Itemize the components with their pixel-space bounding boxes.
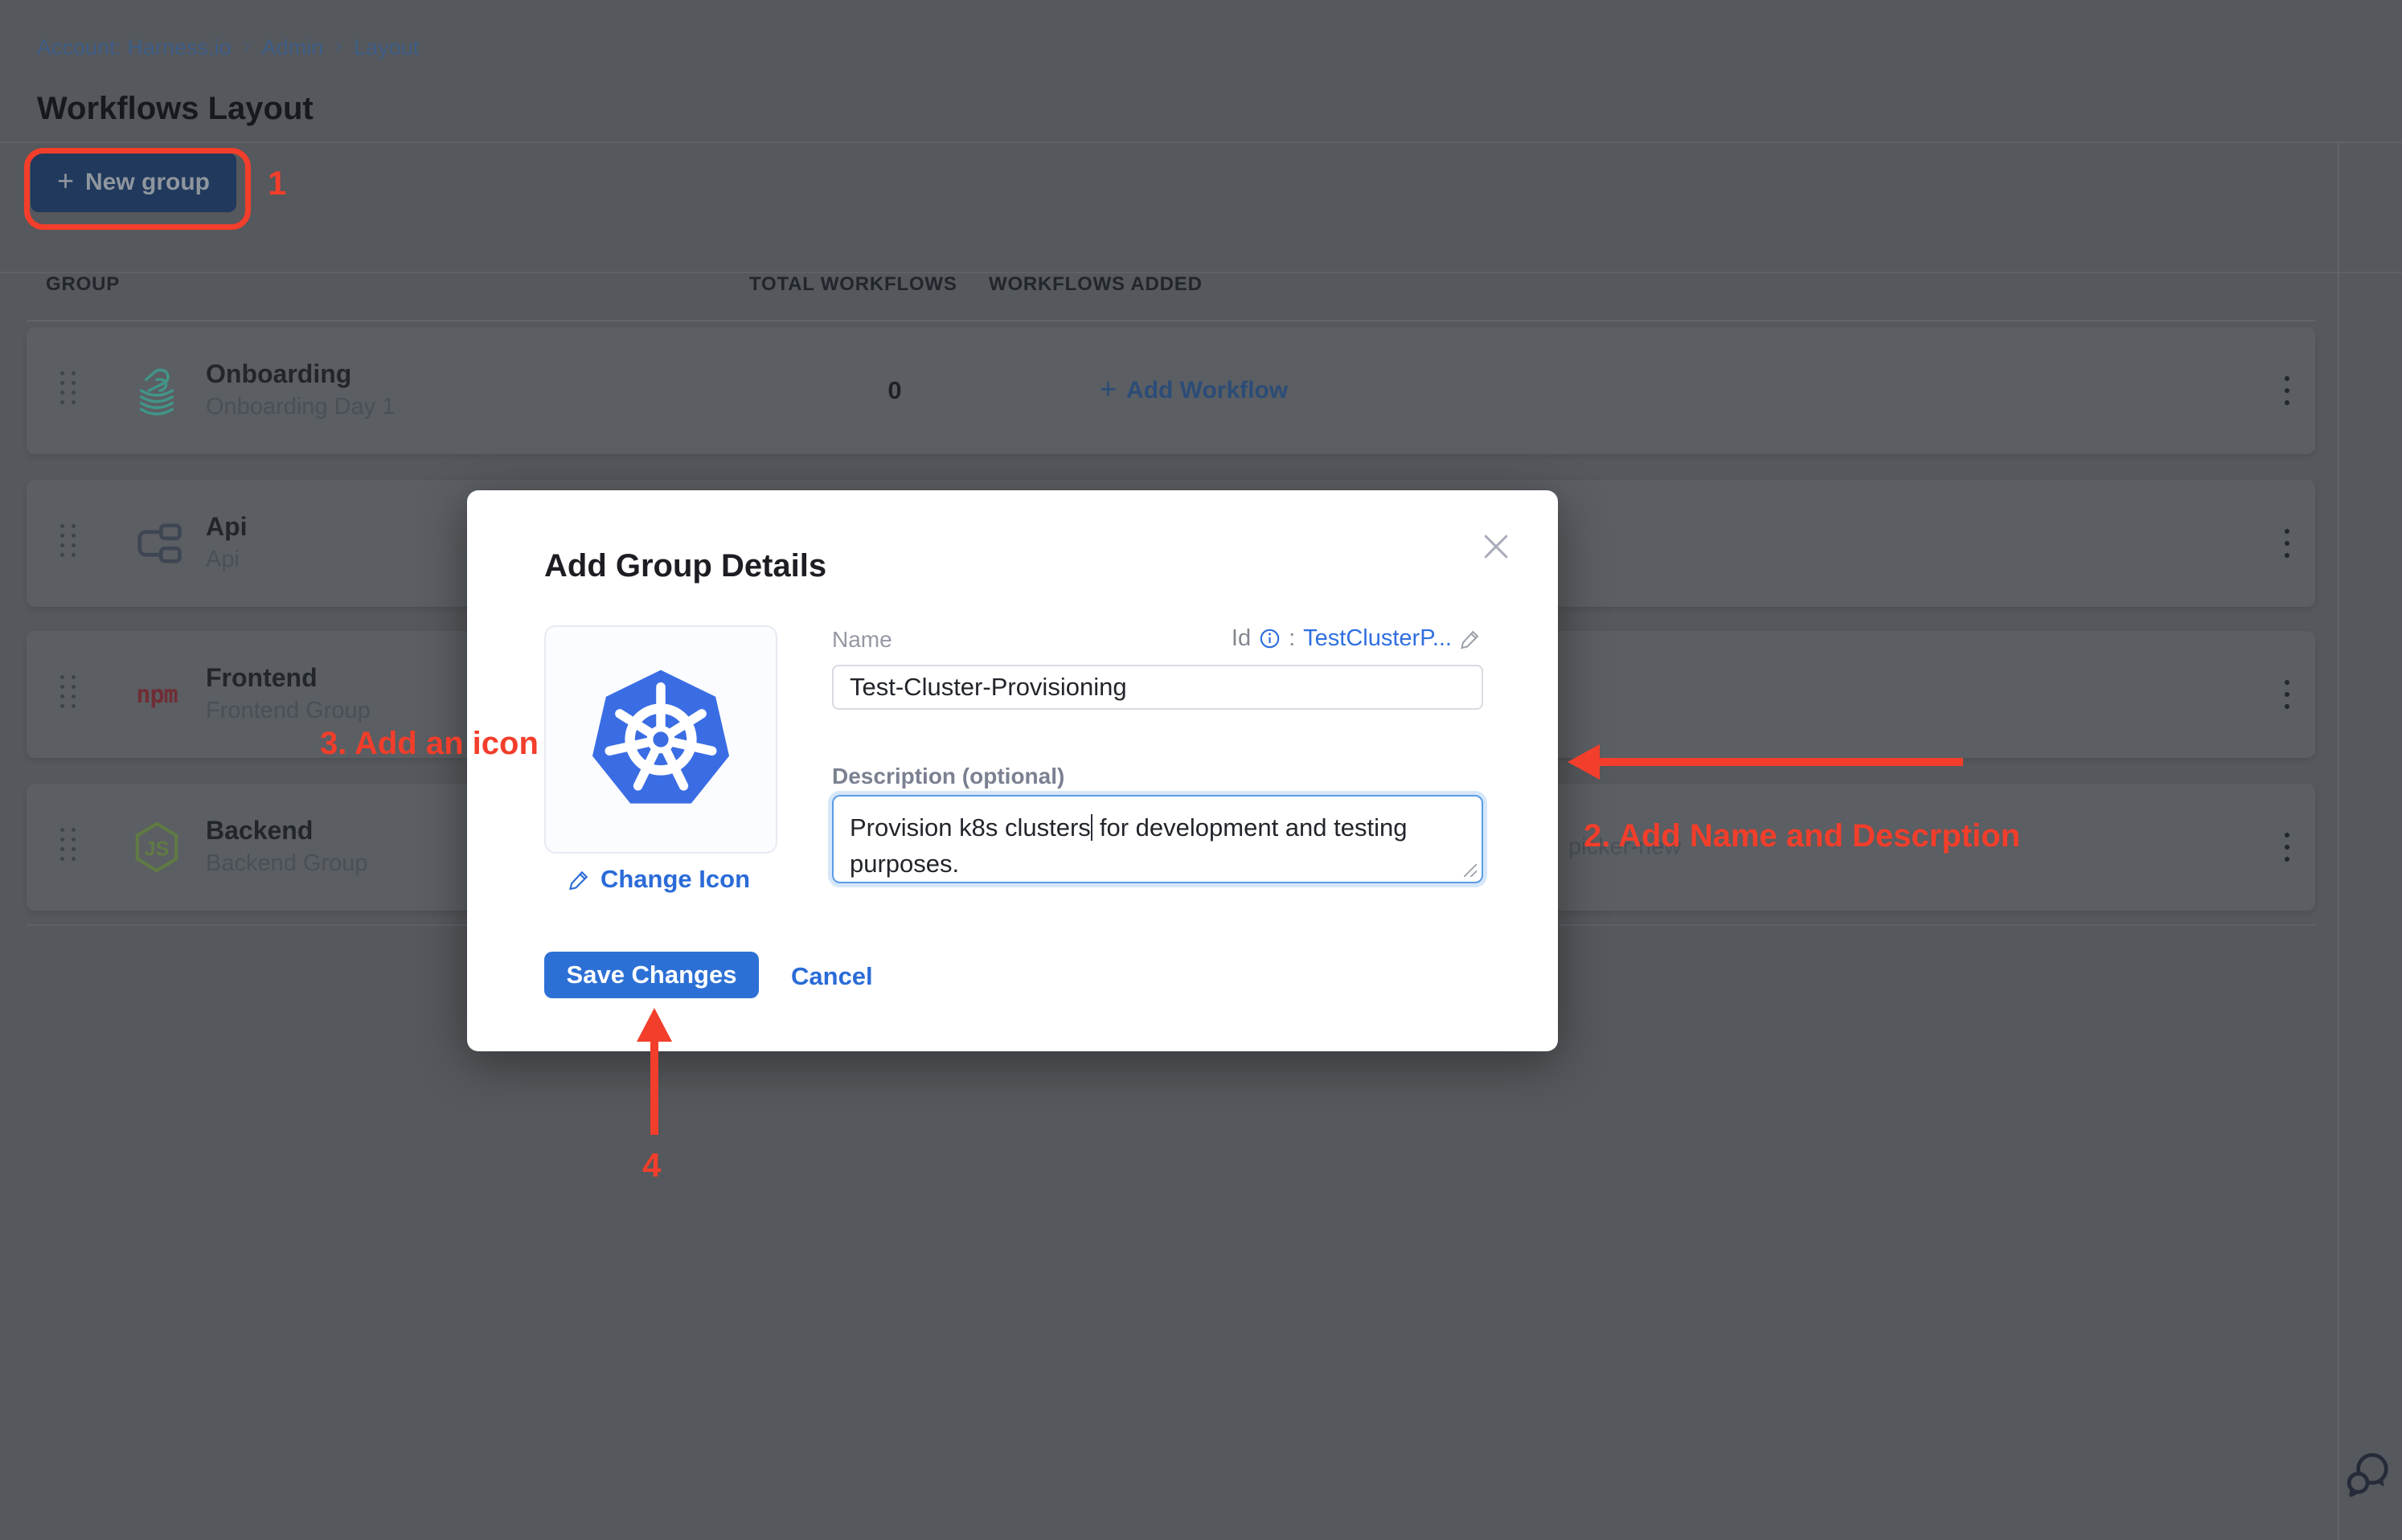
nodejs-icon: JS [129,820,184,874]
entity-id-row: Id : TestClusterP... [1232,625,1482,652]
row-menu-kebab-icon[interactable] [2271,368,2303,413]
group-description-textarea[interactable]: Provision k8s clusters for development a… [832,795,1483,883]
change-icon-button[interactable]: Change Icon [544,865,774,894]
group-name-input[interactable] [832,665,1483,710]
group-name: Backend [206,814,368,846]
column-header-workflows-added: WORKFLOWS ADDED [989,273,1203,296]
annotation-arrow-up-icon [637,1008,672,1135]
drag-handle-icon[interactable] [60,371,76,410]
annotation-step-2: 2. Add Name and Descrption [1584,818,2020,854]
kubernetes-icon [584,662,738,817]
toolbar-top-divider [0,141,2402,143]
info-icon[interactable] [1259,628,1281,649]
breadcrumb: Account: Harness.io › Admin › Layout [37,34,419,61]
edit-id-pencil-icon[interactable] [1460,628,1482,649]
annotation-step-1: 1 [268,164,286,203]
page-title: Workflows Layout [37,91,314,127]
row-menu-kebab-icon[interactable] [2271,672,2303,717]
drag-handle-icon[interactable] [60,524,76,563]
modal-title: Add Group Details [544,548,826,584]
add-group-details-modal: Add Group Details [467,490,1558,1051]
add-workflow-label: Add Workflow [1126,377,1288,404]
table-row: Onboarding Onboarding Day 1 0 + Add Work… [27,327,2315,454]
description-text: Provision k8s clusters [850,813,1091,842]
drag-handle-icon[interactable] [60,828,76,866]
chevron-right-icon: › [243,32,251,59]
total-workflows-value: 0 [838,376,951,405]
group-subtitle: Backend Group [206,846,368,880]
breadcrumb-account-link[interactable]: Account: Harness.io [37,35,232,60]
group-name: Api [206,510,248,543]
id-label: Id [1232,625,1251,652]
group-subtitle: Onboarding Day 1 [206,390,395,424]
name-label: Name [832,627,892,653]
npm-icon: npm [129,667,184,722]
content-right-divider [2338,141,2339,1540]
chevron-right-icon: › [334,32,342,59]
breadcrumb-layout-link[interactable]: Layout [354,35,419,60]
column-header-total-workflows: TOTAL WORKFLOWS [749,273,957,296]
group-name: Onboarding [206,358,395,390]
group-name: Frontend [206,661,371,694]
id-separator: : [1289,625,1295,652]
cancel-button[interactable]: Cancel [786,961,878,992]
save-changes-button[interactable]: Save Changes [544,952,759,998]
id-value[interactable]: TestClusterP... [1303,625,1452,652]
row-menu-kebab-icon[interactable] [2271,825,2303,870]
annotation-highlight-new-group [24,148,251,230]
annotation-step-3: 3. Add an icon [320,726,539,762]
row-menu-kebab-icon[interactable] [2271,521,2303,566]
close-icon[interactable] [1478,529,1514,564]
column-header-group: GROUP [46,273,120,296]
annotation-arrow-left-icon [1568,744,1965,780]
group-icon-preview[interactable] [544,625,777,854]
group-subtitle: Api [206,543,248,576]
chat-help-icon[interactable] [2344,1450,2392,1500]
breadcrumb-admin-link[interactable]: Admin [262,35,324,60]
plus-icon: + [1100,372,1117,406]
description-label: Description (optional) [832,764,1064,789]
table-header-divider [27,320,2315,322]
svg-text:JS: JS [145,838,170,861]
resize-grip-icon[interactable] [1464,864,1477,877]
sitemap-icon [129,516,184,571]
pencil-icon [568,868,591,891]
change-icon-label: Change Icon [600,865,750,894]
annotation-step-4: 4 [642,1146,661,1185]
workflows-layout-screen: Account: Harness.io › Admin › Layout Wor… [0,0,2402,1540]
add-workflow-button[interactable]: + Add Workflow [1100,374,1288,408]
layers-teal-icon [129,363,184,418]
drag-handle-icon[interactable] [60,675,76,714]
group-subtitle: Frontend Group [206,694,371,727]
